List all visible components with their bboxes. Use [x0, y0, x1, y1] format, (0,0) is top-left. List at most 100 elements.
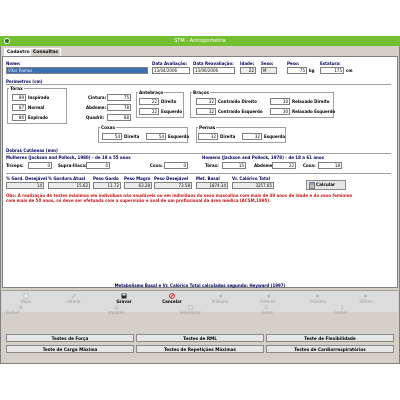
- nome-field[interactable]: Vítor Ramos: [6, 67, 148, 74]
- selecionar-button[interactable]: Selecionar: [180, 305, 201, 315]
- teste-flexibilidade-button[interactable]: Teste de Flexibilidade: [266, 334, 394, 342]
- braco-relaxado-direito-field[interactable]: 30: [270, 98, 290, 105]
- novo-button[interactable]: Novo: [2, 292, 50, 304]
- torax-normal-label: Normal: [28, 105, 45, 110]
- pernas-title: Pernas: [198, 125, 217, 130]
- coxas-title: Coxas: [100, 125, 116, 130]
- torax-expirado-field[interactable]: 86: [12, 114, 26, 121]
- peso-desejavel-value: 73.58: [154, 182, 192, 189]
- calculator-icon: [309, 182, 315, 189]
- excel-label: Excel: [262, 310, 273, 315]
- homens-torax-field[interactable]: 15: [222, 162, 246, 169]
- testes-repeticoes-maximas-button[interactable]: Testes de Repetições Máximas: [136, 345, 264, 353]
- antebraco-direito-label: Direito: [161, 99, 177, 104]
- peso-magro-value: 63.28: [124, 182, 152, 189]
- calcular-button[interactable]: Calcular: [306, 180, 346, 190]
- title-bar: STM - Antropometria: [0, 36, 400, 46]
- torax-inspirado-label: Inspirado: [28, 95, 50, 100]
- sexo-label: Sexo:: [261, 61, 274, 66]
- mulheres-title: Mulheres (Jackson and Pollock, 1980) - d…: [6, 155, 131, 160]
- ultimo-button[interactable]: Último: [342, 292, 390, 304]
- alterar-button[interactable]: Alterar: [50, 292, 98, 304]
- mulheres-suprailiaca-field[interactable]: 0: [86, 162, 110, 169]
- col-peso-desejavel-header: Peso Desejável: [154, 176, 189, 181]
- mulheres-coxa-field[interactable]: 0: [164, 162, 188, 169]
- peso-unit: kg: [309, 68, 315, 73]
- nome-label: Nome:: [6, 61, 21, 66]
- antebraco-esquerdo-label: Esquerdo: [161, 109, 183, 114]
- excluir-label: Excluir: [6, 310, 20, 315]
- testes-cardiorrespiratorios-button[interactable]: Testes de Cardiorrespiratórios: [266, 345, 394, 353]
- excel-button[interactable]: Excel: [262, 305, 273, 315]
- abdome-field[interactable]: 78: [107, 104, 131, 111]
- fechar-label: Fechar: [334, 310, 348, 315]
- tab-consultas[interactable]: Consultas: [30, 48, 61, 56]
- fechar-button[interactable]: Fechar: [334, 305, 347, 315]
- idade-field[interactable]: 22: [240, 67, 256, 74]
- gord-desejavel-value: 14: [6, 182, 44, 189]
- antebraco-title: Antebraço: [138, 90, 165, 95]
- torax-normal-field[interactable]: 87: [12, 104, 26, 111]
- quadril-label: Quadril:: [86, 115, 105, 120]
- perna-direita-label: Direita: [220, 134, 236, 139]
- perna-esquerda-field[interactable]: 32: [242, 133, 262, 140]
- mulheres-coxa-label: Coxa:: [150, 163, 163, 168]
- torax-inspirado-field[interactable]: 89: [12, 94, 26, 101]
- abdome-label: Abdome:: [86, 105, 107, 110]
- homens-abdome-field[interactable]: 22: [272, 162, 296, 169]
- braco-relaxado-esquerdo-label: Relaxado Esquerdo: [292, 109, 336, 114]
- calcular-label: Calcular: [316, 182, 336, 187]
- braco-contraido-direito-label: Contraído Direito: [218, 99, 257, 104]
- gravar-button[interactable]: Gravar: [100, 292, 148, 304]
- braco-contraido-esquerdo-label: Contraído Esquerdo: [218, 109, 263, 114]
- coxa-direita-label: Direita: [124, 134, 140, 139]
- testes-rml-button[interactable]: Testes de RML: [136, 334, 264, 342]
- peso-gordo-value: 11.72: [93, 182, 121, 189]
- imprimir-label: Imprimir: [108, 310, 126, 315]
- cintura-field[interactable]: 75: [107, 94, 131, 101]
- cancelar-button[interactable]: Cancelar: [148, 292, 196, 304]
- gordura-atual-value: 15.62: [48, 182, 90, 189]
- col-gordura-atual-header: % Gordura Atual: [48, 176, 86, 181]
- divider: [6, 173, 391, 174]
- peso-field[interactable]: 75: [287, 67, 307, 74]
- perna-esquerda-label: Esquerda: [264, 134, 286, 139]
- imprimir-button[interactable]: Imprimir: [108, 305, 125, 315]
- data-avaliacao-field[interactable]: 13/04/2006: [152, 67, 190, 74]
- coxa-direita-field[interactable]: 54: [102, 133, 122, 140]
- coxa-esquerda-field[interactable]: 54: [146, 133, 166, 140]
- col-peso-magro-header: Peso Magro: [124, 176, 151, 181]
- anterior-button[interactable]: Anterior: [244, 292, 292, 304]
- excluir-button[interactable]: Excluir: [6, 305, 23, 315]
- mulheres-triceps-field[interactable]: 0: [28, 162, 52, 169]
- braco-contraido-esquerdo-field[interactable]: 32: [196, 108, 216, 115]
- perna-direita-field[interactable]: 32: [198, 133, 218, 140]
- torax-title: Tórax: [9, 86, 24, 91]
- teste-carga-maxima-button[interactable]: Teste de Carga Máxima: [6, 345, 134, 353]
- estatura-field[interactable]: 175: [320, 67, 344, 74]
- homens-title: Homens (Jackson and Pollock, 1978) - de …: [202, 155, 324, 160]
- quadril-field[interactable]: 88: [107, 114, 131, 121]
- braco-contraido-direito-field[interactable]: 32: [196, 98, 216, 105]
- proximo-button[interactable]: Próximo: [294, 292, 342, 304]
- data-reavaliacao-field[interactable]: 13/06/2006: [193, 67, 235, 74]
- homens-coxa-label: Coxa:: [303, 163, 316, 168]
- primeiro-button[interactable]: Primeiro: [196, 292, 244, 304]
- idade-label: Idade:: [240, 61, 255, 66]
- braco-relaxado-esquerdo-field[interactable]: 30: [270, 108, 290, 115]
- met-basal-value: 1874.34: [196, 182, 228, 189]
- toolbar-row-2: Excluir Imprimir Selecionar Excel Fechar: [2, 304, 398, 315]
- torax-expirado-label: Expirado: [28, 115, 48, 120]
- antebraco-direito-field[interactable]: 22: [139, 98, 159, 105]
- bracos-title: Braços: [192, 90, 210, 95]
- data-reavaliacao-label: Data Reavaliação:: [193, 61, 234, 66]
- testes-forca-button[interactable]: Testes de Força: [6, 334, 134, 342]
- window-title: STM - Antropometria: [174, 38, 226, 44]
- estatura-label: Estatura:: [320, 61, 341, 66]
- toolbar-row-1: Novo Alterar Gravar Cancelar Primeiro An…: [2, 292, 398, 304]
- mulheres-suprailiaca-label: Supra-Ilíaca:: [58, 163, 87, 168]
- homens-coxa-field[interactable]: 18: [318, 162, 342, 169]
- antebraco-esquerdo-field[interactable]: 22: [139, 108, 159, 115]
- selecionar-label: Selecionar: [180, 310, 201, 315]
- sexo-field[interactable]: M: [261, 67, 277, 74]
